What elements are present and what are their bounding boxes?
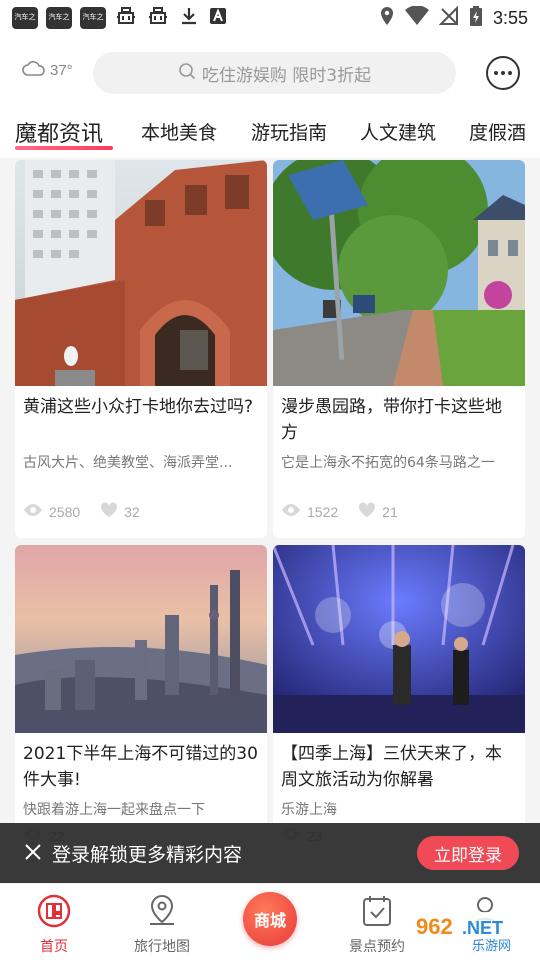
weather-widget[interactable]: 37° [22,60,73,80]
bug-notification-icon [114,4,138,33]
article-card[interactable]: 漫步愚园路，带你打卡这些地方 它是上海永不拓宽的64条马路之一 1522 21 [273,160,525,538]
app-notification-icon: 汽车之家 [12,7,38,43]
cloud-icon [22,60,46,80]
search-input[interactable]: 吃住游娱购 限时3折起 [93,52,456,94]
heart-icon [100,502,118,521]
article-title: 黄浦这些小众打卡地你去过吗? [23,397,254,417]
weather-temperature: 37° [50,61,73,79]
article-image [273,545,525,733]
article-summary: 乐游上海 [281,802,337,818]
app-notification-icon: 汽车之家 [80,7,106,43]
login-prompt-banner: 登录解锁更多精彩内容 立即登录 [0,823,540,883]
home-logo-icon [37,894,71,932]
article-image [15,160,267,386]
download-icon [178,5,200,31]
clock-time: 3:55 [492,7,528,28]
nav-attraction-booking-label: 景点预约 [349,939,405,955]
location-icon [379,6,395,30]
map-pin-icon [147,894,177,932]
calendar-check-icon [361,894,393,932]
article-summary: 它是上海永不拓宽的64条马路之一 [281,455,495,471]
article-summary: 快跟着游上海一起来盘点一下 [23,802,205,818]
article-summary: 古风大片、绝美教堂、海派弄堂... [23,455,233,471]
like-count[interactable]: 32 [100,502,140,521]
nav-shop[interactable]: 商城 [243,892,297,946]
nav-shop-label: 商城 [253,911,286,930]
article-image [15,545,267,733]
view-count-value: 2580 [49,503,81,520]
article-title: 漫步愚园路，带你打卡这些地方 [281,397,502,443]
message-icon[interactable] [486,56,520,90]
view-count-value: 1522 [307,503,339,520]
nav-home[interactable]: 首页 [9,894,99,956]
search-icon [178,62,196,85]
category-tabs: 魔都资讯 本地美食 游玩指南 人文建筑 度假酒 [0,108,540,158]
tab-resort-hotel[interactable]: 度假酒 [469,118,526,145]
svg-text:乐游网: 乐游网 [472,939,511,954]
login-button[interactable]: 立即登录 [417,836,519,870]
font-a-icon [208,6,228,30]
no-signal-icon [438,5,459,30]
site-watermark-logo: 962 .NET 乐游网 [402,908,538,956]
article-stats: 1522 21 [273,502,525,521]
svg-text:962: 962 [416,914,453,939]
status-bar: 汽车之家 汽车之家 汽车之家 3:55 [0,0,540,43]
bug-notification-icon [146,4,170,33]
active-tab-indicator [15,146,113,150]
article-image [273,160,525,386]
top-header: 37° 吃住游娱购 限时3折起 [0,36,540,108]
view-count: 1522 [281,503,338,520]
like-count-value: 32 [124,503,140,520]
nav-travel-map[interactable]: 旅行地图 [117,894,207,956]
like-count[interactable]: 21 [358,502,398,521]
nav-home-label: 首页 [40,939,68,955]
article-stats: 2580 32 [15,502,267,521]
login-prompt-text: 登录解锁更多精彩内容 [52,844,243,866]
battery-charging-icon [469,5,483,31]
search-placeholder: 吃住游娱购 限时3折起 [201,65,372,86]
tab-modu-news[interactable]: 魔都资讯 [15,116,103,148]
wifi-icon [404,5,429,30]
eye-icon [23,503,43,520]
svg-text:.NET: .NET [462,918,503,938]
heart-icon [358,502,376,521]
tab-travel-guide[interactable]: 游玩指南 [251,118,327,145]
nav-travel-map-label: 旅行地图 [134,939,190,955]
article-title: 2021下半年上海不可错过的30件大事! [23,744,258,790]
close-icon[interactable] [24,843,42,861]
view-count: 2580 [23,503,80,520]
article-card[interactable]: 黄浦这些小众打卡地你去过吗? 古风大片、绝美教堂、海派弄堂... 2580 32 [15,160,267,538]
article-title: 【四季上海】三伏天来了，本周文旅活动为你解暑 [281,744,502,790]
tab-architecture[interactable]: 人文建筑 [360,118,436,145]
like-count-value: 21 [382,503,398,520]
eye-icon [281,503,301,520]
app-notification-icon: 汽车之家 [46,7,72,43]
tab-local-food[interactable]: 本地美食 [141,118,217,145]
